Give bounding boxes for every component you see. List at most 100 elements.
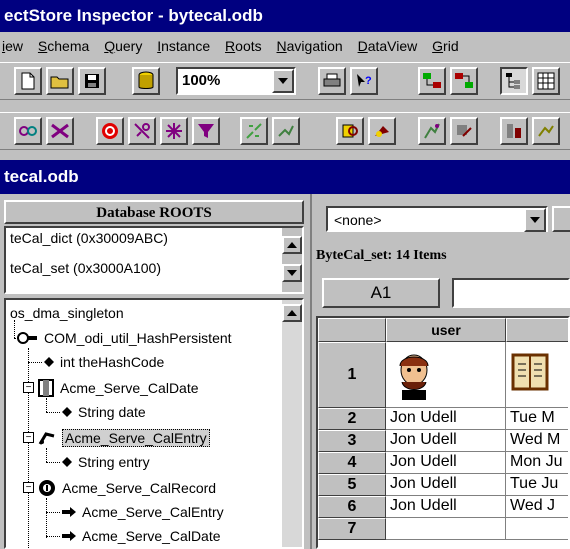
svg-text:?: ? [365, 75, 372, 87]
row-header[interactable]: 1 [318, 342, 386, 408]
menu-dataview[interactable]: DataView [358, 32, 418, 60]
new-file-icon[interactable] [14, 67, 42, 95]
grid-cell[interactable] [386, 518, 506, 540]
tree-node[interactable]: os_dma_singleton [10, 302, 124, 324]
grid-cell[interactable]: Jon Udell [386, 408, 506, 430]
grid-view-icon[interactable] [532, 67, 560, 95]
menu-view[interactable]: iew [2, 32, 23, 60]
grid-cell[interactable]: Jon Udell [386, 474, 506, 496]
grid-cell[interactable]: Jon Udell [386, 430, 506, 452]
scroll-down-icon[interactable] [282, 264, 302, 282]
tree-node[interactable]: int theHashCode [44, 351, 164, 373]
tree-scrollbar[interactable] [282, 300, 302, 547]
document-title-bar[interactable]: tecal.odb [0, 160, 570, 194]
navigation-toolbar [0, 112, 570, 150]
tree-view-icon[interactable] [500, 67, 528, 95]
window-title-bar[interactable]: ectStore Inspector - bytecal.odb [0, 0, 570, 32]
find-next-icon[interactable] [368, 117, 396, 145]
tree-node-selected[interactable]: Acme_Serve_CalEntry [38, 427, 210, 449]
reference-arrow-icon [62, 531, 76, 541]
find-icon[interactable] [336, 117, 364, 145]
link-icon[interactable] [14, 117, 42, 145]
menu-instance[interactable]: Instance [157, 32, 210, 60]
book-icon [510, 352, 550, 397]
open-folder-icon[interactable] [46, 67, 74, 95]
row-header[interactable]: 4 [318, 452, 386, 474]
cut-relation-icon[interactable] [128, 117, 156, 145]
data-grid[interactable]: user 1 2 Jon Udell Tue M 3 Jon Udell Wed… [316, 316, 570, 549]
tree-node[interactable]: Acme_Serve_CalDate [38, 377, 199, 399]
tree-node[interactable]: String date [62, 401, 146, 423]
row-header[interactable]: 6 [318, 496, 386, 518]
calendar-entry-icon [38, 430, 56, 446]
instance-view-icon[interactable] [450, 67, 478, 95]
grid-cell[interactable]: Jon Udell [386, 452, 506, 474]
expand-tree-icon[interactable] [240, 117, 268, 145]
grid-cell[interactable]: Tue M [506, 408, 568, 430]
root-item[interactable]: teCal_set (0x3000A100) [10, 260, 161, 276]
column-insert-icon[interactable] [500, 117, 528, 145]
row-header[interactable]: 7 [318, 518, 386, 540]
scroll-up-icon[interactable] [282, 236, 302, 254]
class-dropdown-arrow-icon[interactable] [524, 208, 546, 232]
menu-schema[interactable]: Schema [38, 32, 89, 60]
cell-reference-value: A1 [370, 283, 392, 302]
field-diamond-icon [44, 357, 54, 367]
menu-roots[interactable]: Roots [225, 32, 262, 60]
database-roots-label: Database ROOTS [96, 205, 212, 221]
row-number: 3 [347, 432, 357, 449]
tree-node[interactable]: String entry [62, 451, 150, 473]
grid-cell[interactable]: Jon Udell [386, 496, 506, 518]
formula-bar[interactable] [452, 278, 570, 308]
tree-node[interactable]: Acme_Serve_CalRecord [38, 477, 216, 499]
menu-query[interactable]: Query [104, 32, 142, 60]
row-header[interactable]: 3 [318, 430, 386, 452]
object-tree[interactable]: os_dma_singleton COM_odi_util_HashPersis… [4, 298, 304, 549]
cell-reference[interactable]: A1 [322, 278, 440, 308]
column-header[interactable] [506, 318, 568, 342]
reference-arrow-icon [62, 507, 76, 517]
grid-cell[interactable]: Tue Ju [506, 474, 568, 496]
collapse-tree-icon[interactable] [272, 117, 300, 145]
help-pointer-icon[interactable]: ? [350, 67, 378, 95]
field-diamond-icon [62, 407, 72, 417]
set-caption: ByteCal_set: 14 Items [314, 244, 570, 268]
edit-object-icon[interactable] [450, 117, 478, 145]
row-header[interactable]: 5 [318, 474, 386, 496]
row-header[interactable]: 2 [318, 408, 386, 430]
stop-icon[interactable] [96, 117, 124, 145]
menu-grid[interactable]: Grid [432, 32, 458, 60]
tree-node[interactable]: Acme_Serve_CalEntry [62, 501, 224, 523]
column-header[interactable]: user [386, 318, 506, 342]
grid-cell[interactable] [506, 518, 568, 540]
class-selector[interactable]: <none> [326, 206, 548, 232]
root-item[interactable]: teCal_dict (0x30009ABC) [10, 230, 168, 246]
grid-cell[interactable]: Wed J [506, 496, 568, 518]
save-disk-icon[interactable] [78, 67, 106, 95]
zoom-combo[interactable]: 100% [176, 67, 296, 95]
unlink-icon[interactable] [46, 117, 74, 145]
grid-cell-image[interactable] [506, 342, 568, 408]
scroll-up-icon[interactable] [282, 304, 302, 322]
menu-navigation[interactable]: Navigation [277, 32, 343, 60]
grid-cell[interactable]: Mon Ju [506, 452, 568, 474]
grid-cell[interactable]: Wed M [506, 430, 568, 452]
print-icon[interactable] [318, 67, 346, 95]
collapse-icon[interactable]: − [23, 432, 34, 443]
tree-node[interactable]: Acme_Serve_CalDate [62, 525, 221, 547]
filter-icon[interactable] [192, 117, 220, 145]
asterisk-icon[interactable] [160, 117, 188, 145]
zoom-dropdown-arrow-icon[interactable] [272, 69, 294, 93]
roots-scrollbar[interactable] [282, 228, 302, 292]
tree-node[interactable]: COM_odi_util_HashPersistent [16, 327, 232, 349]
collapse-icon[interactable]: − [23, 482, 34, 493]
column-format-icon[interactable] [532, 117, 560, 145]
corner-header[interactable] [318, 318, 386, 342]
class-options-button[interactable] [552, 206, 570, 232]
grid-cell-image[interactable] [386, 342, 506, 408]
add-object-icon[interactable] [418, 117, 446, 145]
collapse-icon[interactable]: − [23, 382, 34, 393]
roots-list[interactable]: teCal_dict (0x30009ABC) teCal_set (0x300… [4, 226, 304, 294]
schema-view-icon[interactable] [418, 67, 446, 95]
database-icon[interactable] [132, 67, 160, 95]
